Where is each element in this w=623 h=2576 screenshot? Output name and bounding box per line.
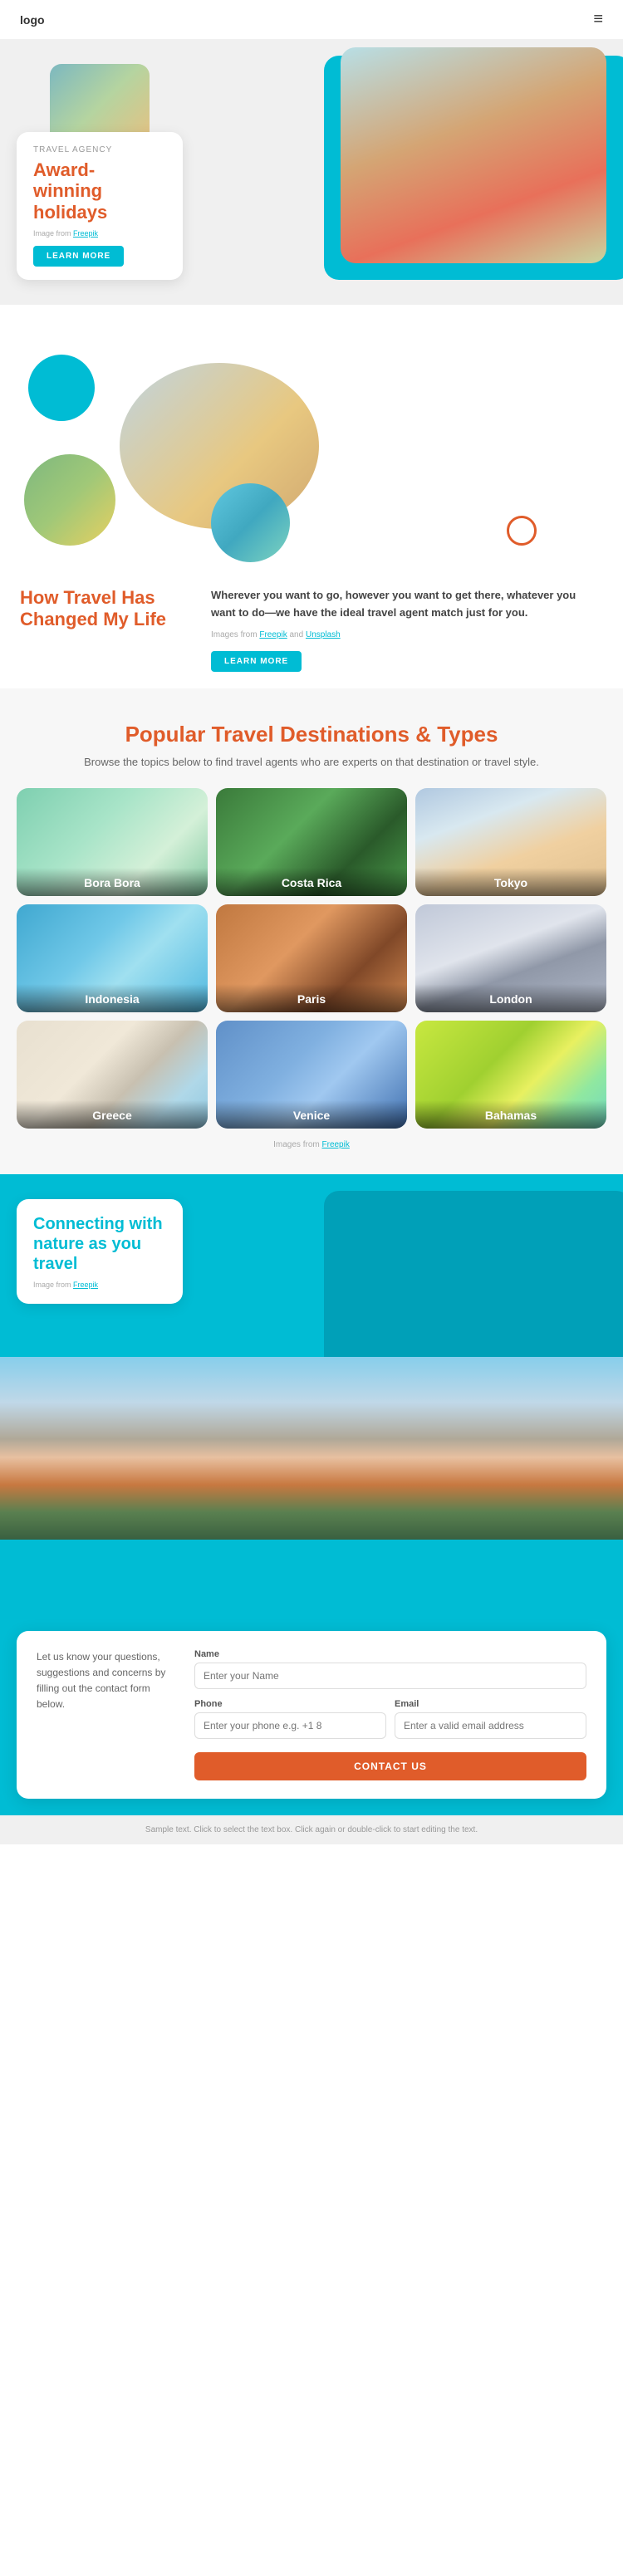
destination-card-bahamas[interactable]: Bahamas <box>415 1021 606 1129</box>
agency-label: TRAVEL AGENCY <box>33 145 166 154</box>
contact-intro-text: Let us know your questions, suggestions … <box>37 1649 178 1713</box>
destination-card-tokyo[interactable]: Tokyo <box>415 788 606 896</box>
destination-card-greece[interactable]: Greece <box>17 1021 208 1129</box>
how-travel-circles <box>20 346 603 562</box>
destination-card-venice[interactable]: Venice <box>216 1021 407 1129</box>
contact-us-button[interactable]: CONTACT US <box>194 1752 586 1780</box>
nature-card: Connecting with nature as you travel Ima… <box>17 1199 183 1304</box>
hero-card: TRAVEL AGENCY Award- winning holidays Im… <box>17 132 183 280</box>
dest-overlay: Bahamas <box>415 1100 606 1129</box>
destination-card-bora-bora[interactable]: Bora Bora <box>17 788 208 896</box>
destination-card-paris[interactable]: Paris <box>216 904 407 1012</box>
dest-label: Bahamas <box>422 1109 600 1122</box>
logo: logo <box>20 13 45 27</box>
how-travel-content: How Travel Has Changed My Life Wherever … <box>20 587 603 672</box>
name-input[interactable] <box>194 1663 586 1689</box>
destination-card-indonesia[interactable]: Indonesia <box>17 904 208 1012</box>
email-field-row: Email <box>395 1699 586 1739</box>
phone-field-row: Phone <box>194 1699 386 1739</box>
how-travel-learn-more-button[interactable]: LEARN MORE <box>211 651 302 672</box>
hero-main-photo <box>341 47 606 263</box>
orange-circle-decoration <box>507 516 537 546</box>
footer-note: Sample text. Click to select the text bo… <box>0 1815 623 1844</box>
freepik-link-3[interactable]: Freepik <box>322 1140 350 1149</box>
name-label: Name <box>194 1649 586 1659</box>
dest-label: Bora Bora <box>23 876 201 889</box>
contact-intro-col: Let us know your questions, suggestions … <box>37 1649 178 1780</box>
freepik-link[interactable]: Freepik <box>73 229 98 238</box>
blue-circle-decoration <box>28 355 95 421</box>
how-travel-section: How Travel Has Changed My Life Wherever … <box>0 321 623 688</box>
dest-label: Venice <box>223 1109 400 1122</box>
hero-main-image <box>341 47 606 263</box>
nature-section: Connecting with nature as you travel Ima… <box>0 1174 623 1606</box>
header: logo ≡ <box>0 0 623 39</box>
nature-img-credit: Image from Freepik <box>33 1281 166 1289</box>
destinations-credits: Images from Freepik <box>17 1140 606 1149</box>
destination-card-costa-rica[interactable]: Costa Rica <box>216 788 407 896</box>
destinations-heading: Popular Travel Destinations & Types <box>17 722 606 747</box>
contact-card: Let us know your questions, suggestions … <box>17 1631 606 1799</box>
nature-landscape-photo <box>0 1357 623 1540</box>
contact-section: Let us know your questions, suggestions … <box>0 1606 623 1815</box>
destinations-subheading: Browse the topics below to find travel a… <box>17 756 606 768</box>
photo-palm-beach <box>24 454 115 546</box>
dest-label: Tokyo <box>422 876 600 889</box>
phone-input[interactable] <box>194 1712 386 1739</box>
freepik-link-2[interactable]: Freepik <box>259 630 287 639</box>
dest-label: Costa Rica <box>223 876 400 889</box>
dest-overlay: Paris <box>216 984 407 1012</box>
freepik-link-4[interactable]: Freepik <box>73 1281 98 1289</box>
how-travel-body: Wherever you want to go, however you wan… <box>211 587 603 622</box>
how-travel-small-photo-left <box>24 454 115 546</box>
dest-label: Greece <box>23 1109 201 1122</box>
dest-label: Paris <box>223 992 400 1006</box>
how-travel-body-col: Wherever you want to go, however you wan… <box>211 587 603 672</box>
nature-landscape-image <box>0 1357 623 1540</box>
dest-overlay: Indonesia <box>17 984 208 1012</box>
contact-form-col: Name Phone Email CONTACT US <box>194 1649 586 1780</box>
phone-email-row: Phone Email <box>194 1699 586 1749</box>
hamburger-menu-icon[interactable]: ≡ <box>593 10 603 29</box>
photo-island <box>211 483 290 562</box>
how-travel-small-photo-right <box>211 483 290 562</box>
how-travel-img-credits: Images from Freepik and Unsplash <box>211 630 603 639</box>
nature-heading: Connecting with nature as you travel <box>33 1214 166 1274</box>
email-input[interactable] <box>395 1712 586 1739</box>
how-travel-heading: How Travel Has Changed My Life <box>20 587 186 631</box>
dest-overlay: Venice <box>216 1100 407 1129</box>
hero-learn-more-button[interactable]: LEARN MORE <box>33 246 124 267</box>
hero-img-credit: Image from Freepik <box>33 229 166 238</box>
destinations-grid: Bora Bora Costa Rica Tokyo Indonesia Paris Lo… <box>17 788 606 1129</box>
hero-title: Award- winning holidays <box>33 159 166 223</box>
how-travel-heading-col: How Travel Has Changed My Life <box>20 587 186 672</box>
unsplash-link[interactable]: Unsplash <box>306 630 341 639</box>
destination-card-london[interactable]: London <box>415 904 606 1012</box>
dest-overlay: Bora Bora <box>17 868 208 896</box>
dest-label: Indonesia <box>23 992 201 1006</box>
dest-overlay: Costa Rica <box>216 868 407 896</box>
destinations-section: Popular Travel Destinations & Types Brow… <box>0 688 623 1174</box>
dest-overlay: London <box>415 984 606 1012</box>
email-label: Email <box>395 1699 586 1709</box>
dest-overlay: Greece <box>17 1100 208 1129</box>
dest-overlay: Tokyo <box>415 868 606 896</box>
phone-label: Phone <box>194 1699 386 1709</box>
dest-label: London <box>422 992 600 1006</box>
name-field-row: Name <box>194 1649 586 1689</box>
hero-section: TRAVEL AGENCY Award- winning holidays Im… <box>0 39 623 305</box>
